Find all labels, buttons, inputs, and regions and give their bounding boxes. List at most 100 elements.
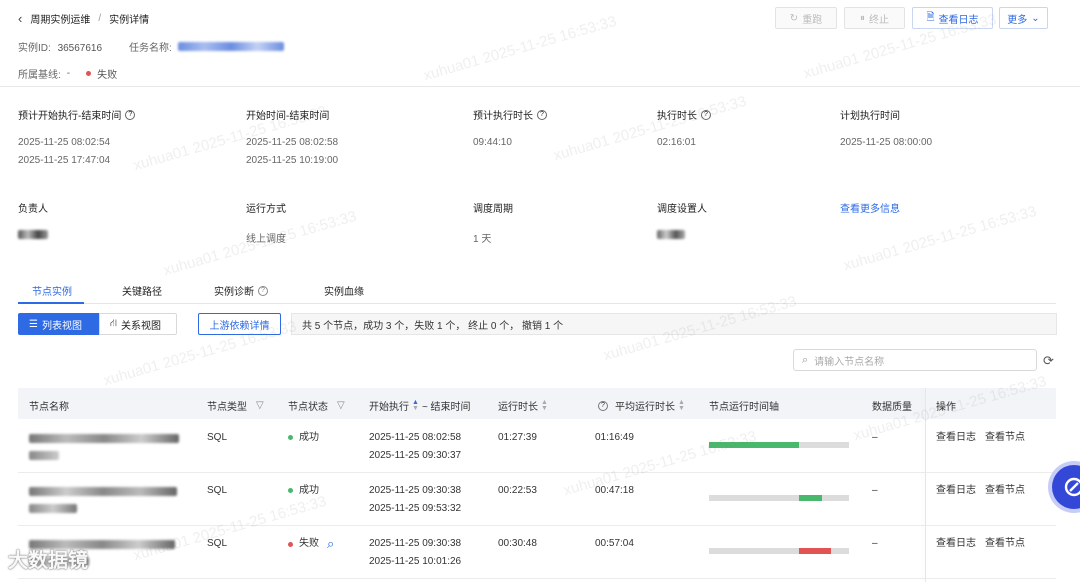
node-name-redacted xyxy=(29,430,179,460)
actions-column-divider xyxy=(925,388,926,582)
tabs-divider xyxy=(18,303,1056,304)
help-icon[interactable]: ? xyxy=(537,109,547,120)
col-start-label: 开始执行 xyxy=(369,402,409,413)
run-mode: 线上调度 xyxy=(246,234,286,245)
node-duration: 00:30:48 xyxy=(498,538,537,549)
view-log-button[interactable]: 🗎 查看日志 xyxy=(912,7,993,29)
node-times: 2025-11-25 09:30:38 2025-11-25 10:01:26 xyxy=(369,535,461,571)
upstream-deps-label: 上游依赖详情 xyxy=(209,320,270,332)
pause-icon: ⏸ xyxy=(860,12,865,24)
node-avg-duration: 00:47:18 xyxy=(595,485,634,496)
node-end: 2025-11-25 09:30:37 xyxy=(369,450,462,461)
stop-label: 终止 xyxy=(869,14,889,26)
node-status-text: 成功 xyxy=(299,485,319,496)
diagnose-search-icon[interactable]: ⌕ xyxy=(327,535,334,553)
refresh-icon: ↻ xyxy=(789,12,799,24)
help-icon[interactable]: ? xyxy=(125,109,136,120)
node-status-text: 成功 xyxy=(299,432,319,443)
tab-critical-path[interactable]: 关键路径 xyxy=(122,283,162,298)
rerun-label: 重跑 xyxy=(802,14,823,26)
search-input[interactable]: ⌕ 请输入节点名称 xyxy=(793,349,1037,371)
view-log-link[interactable]: 查看日志 xyxy=(936,482,976,500)
status-dot xyxy=(288,541,293,547)
relation-view-button[interactable]: ⛙ 关系视图 xyxy=(99,313,177,335)
start-end-label: 开始时间-结束时间 xyxy=(246,111,330,122)
sort-icon[interactable]: ▲ ▼ xyxy=(678,399,685,412)
more-info-link[interactable]: 查看更多信息 xyxy=(840,200,900,215)
col-data-quality: 数据质量 xyxy=(872,398,912,413)
instance-id: 实例ID: 36567616 xyxy=(18,39,102,54)
tab-node-instances[interactable]: 节点实例 xyxy=(32,283,72,298)
duration-label-text: 执行时长 xyxy=(657,111,697,122)
assistant-float-button[interactable] xyxy=(1052,465,1080,509)
view-toggle: ☰ 列表视图 ⛙ 关系视图 xyxy=(18,313,177,335)
view-log-label: 查看日志 xyxy=(938,14,979,26)
more-button[interactable]: 更多 ⌄ xyxy=(999,7,1048,29)
sort-icon[interactable]: ▲ ▼ xyxy=(412,399,419,412)
back-chevron-icon[interactable]: ‹ xyxy=(18,11,22,26)
help-icon[interactable]: ? xyxy=(701,109,711,120)
view-log-link[interactable]: 查看日志 xyxy=(936,535,976,553)
search-icon: ⌕ xyxy=(802,353,809,366)
col-duration: 运行时长 ▲ ▼ xyxy=(498,398,548,414)
view-node-link[interactable]: 查看节点 xyxy=(985,429,1025,447)
view-node-link[interactable]: 查看节点 xyxy=(985,535,1025,553)
planned-start: 2025-11-25 08:02:54 xyxy=(18,137,111,148)
instance-id-label: 实例ID: xyxy=(18,43,51,54)
assistant-icon xyxy=(1064,477,1080,497)
node-summary: 共 5 个节点，成功 3 个，失败 1 个， 终止 0 个， 撤销 1 个 xyxy=(291,313,1057,335)
planned-end: 2025-11-25 17:47:04 xyxy=(18,155,111,166)
baseline: 所属基线: - 失败 xyxy=(18,66,117,81)
list-view-label: 列表视图 xyxy=(41,320,82,332)
schedule-cycle-label: 调度周期 xyxy=(473,204,513,215)
owner-label: 负责人 xyxy=(18,204,48,215)
actual-end: 2025-11-25 10:19:00 xyxy=(246,155,339,166)
breadcrumb-current: 实例详情 xyxy=(109,15,150,26)
task-name-label: 任务名称: xyxy=(129,43,172,54)
view-log-link[interactable]: 查看日志 xyxy=(936,429,976,447)
relation-view-label: 关系视图 xyxy=(121,320,162,332)
refresh-icon[interactable]: ⟳ xyxy=(1043,353,1054,369)
status-dot xyxy=(288,434,293,440)
col-node-name: 节点名称 xyxy=(29,398,69,413)
col-duration-label: 运行时长 xyxy=(498,402,538,413)
data-quality: – xyxy=(872,432,878,443)
col-actions: 操作 xyxy=(936,398,956,413)
node-avg-duration: 01:16:49 xyxy=(595,432,634,443)
search-placeholder: 请输入节点名称 xyxy=(814,356,885,368)
upstream-deps-button[interactable]: 上游依赖详情 xyxy=(198,313,281,335)
node-duration: 01:27:39 xyxy=(498,432,537,443)
table-row: SQL 成功 2025-11-25 08:02:58 2025-11-25 09… xyxy=(18,420,1056,473)
watermark: xuhua01 2025-11-25 16:53:33 xyxy=(551,92,749,165)
breadcrumb-parent[interactable]: 周期实例运维 xyxy=(30,11,90,26)
filter-icon[interactable]: ▽ xyxy=(256,400,264,411)
document-icon: 🗎 xyxy=(926,11,935,23)
col-avg-duration-label: 平均运行时长 xyxy=(615,402,675,413)
col-actions-label: 操作 xyxy=(936,402,956,413)
tab-instance-diagnosis[interactable]: 实例诊断 ? xyxy=(214,283,268,298)
node-start: 2025-11-25 09:30:38 xyxy=(369,485,462,496)
actual-start: 2025-11-25 08:02:58 xyxy=(246,137,339,148)
col-end-label: ~ 结束时间 xyxy=(421,402,471,413)
filter-icon[interactable]: ▽ xyxy=(337,400,345,411)
task-name: 任务名称: xyxy=(129,39,284,54)
rerun-button[interactable]: ↻ 重跑 xyxy=(775,7,837,29)
node-timeline xyxy=(709,548,849,554)
list-view-button[interactable]: ☰ 列表视图 xyxy=(18,313,99,335)
timeline-fill xyxy=(709,442,799,448)
node-type: SQL xyxy=(207,538,228,549)
node-timeline xyxy=(709,495,849,501)
help-icon: ? xyxy=(258,285,268,296)
baseline-value: - xyxy=(66,68,71,79)
view-node-link[interactable]: 查看节点 xyxy=(985,482,1025,500)
stop-button[interactable]: ⏸ 终止 xyxy=(844,7,905,29)
instance-id-value: 36567616 xyxy=(57,43,103,54)
tab-instance-lineage[interactable]: 实例血缘 xyxy=(324,283,364,298)
schedule-cycle: 1 天 xyxy=(473,234,492,245)
brand-watermark: 大数据镜 xyxy=(8,550,88,572)
duration-label: 执行时长 ? xyxy=(657,107,711,122)
sort-icon[interactable]: ▲ ▼ xyxy=(541,399,548,412)
tab-instance-diagnosis-label: 实例诊断 xyxy=(214,287,254,298)
active-tab-indicator xyxy=(18,302,84,304)
breadcrumb-separator: / xyxy=(98,13,102,24)
